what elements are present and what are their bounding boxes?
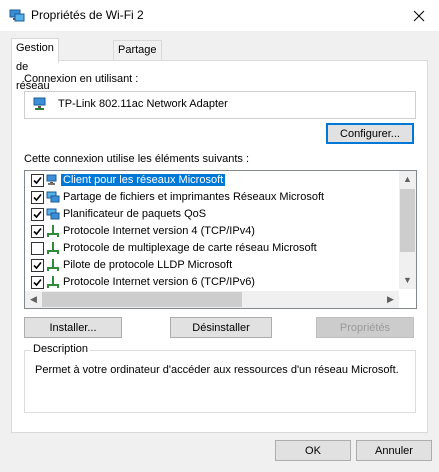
properties-button: Propriétés <box>316 317 414 338</box>
cancel-button[interactable]: Annuler <box>356 440 432 461</box>
items-label: Cette connexion utilise les éléments sui… <box>24 153 250 165</box>
title-bar: Propriétés de Wi-Fi 2 <box>0 0 439 31</box>
checkmark-icon <box>33 278 42 287</box>
item-checkbox[interactable] <box>31 208 44 221</box>
description-legend: Description <box>31 343 91 355</box>
scroll-up-icon[interactable]: ▲ <box>399 171 416 188</box>
protocol-icon <box>46 258 60 272</box>
protocol-icon <box>46 241 60 255</box>
item-label: Protocole Internet version 4 (TCP/IPv4) <box>63 225 255 237</box>
list-item[interactable]: Pilote de protocole LLDP Microsoft <box>25 257 393 274</box>
item-checkbox[interactable] <box>31 259 44 272</box>
item-label: Partage de fichiers et imprimantes Résea… <box>63 191 325 203</box>
item-label: Pilote de protocole LLDP Microsoft <box>63 259 233 271</box>
protocol-icon <box>46 224 60 238</box>
network-service-icon <box>46 190 60 204</box>
item-checkbox[interactable] <box>31 225 44 238</box>
list-item[interactable]: Partage de fichiers et imprimantes Résea… <box>25 189 393 206</box>
item-checkbox[interactable] <box>31 276 44 289</box>
item-checkbox[interactable] <box>31 174 44 187</box>
configure-button[interactable]: Configurer... <box>326 123 414 144</box>
list-item[interactable]: Protocole Internet version 4 (TCP/IPv4) <box>25 223 393 240</box>
window-title: Propriétés de Wi-Fi 2 <box>31 8 144 22</box>
network-adapter-icon <box>33 97 49 111</box>
description-group: Description Permet à votre ordinateur d'… <box>24 343 416 413</box>
components-list[interactable]: Client pour les réseaux Microsoft Partage… <box>24 170 417 309</box>
install-button[interactable]: Installer... <box>24 317 122 338</box>
horizontal-scroll-thumb[interactable] <box>42 292 242 307</box>
vertical-scrollbar[interactable]: ▲ ▼ <box>399 171 416 289</box>
item-label: Client pour les réseaux Microsoft <box>61 174 226 186</box>
item-label: Planificateur de paquets QoS <box>63 208 207 220</box>
item-checkbox[interactable] <box>31 191 44 204</box>
uninstall-button[interactable]: Désinstaller <box>170 317 272 338</box>
networking-panel: Connexion en utilisant : TP-Link 802.11a… <box>11 60 428 433</box>
scroll-down-icon[interactable]: ▼ <box>399 272 416 289</box>
list-item[interactable]: Protocole Internet version 6 (TCP/IPv6) <box>25 274 393 291</box>
scroll-left-icon[interactable]: ◀ <box>25 291 42 308</box>
close-icon <box>413 10 425 21</box>
checkmark-icon <box>33 210 42 219</box>
ok-button[interactable]: OK <box>275 440 351 461</box>
description-text: Permet à votre ordinateur d'accéder aux … <box>35 364 399 376</box>
adapter-name: TP-Link 802.11ac Network Adapter <box>58 98 228 110</box>
tab-sharing[interactable]: Partage <box>113 40 162 61</box>
horizontal-scrollbar[interactable]: ◀ ▶ <box>25 291 399 308</box>
protocol-icon <box>46 275 60 289</box>
checkmark-icon <box>33 193 42 202</box>
list-item[interactable]: Client pour les réseaux Microsoft <box>25 172 393 189</box>
list-item[interactable]: Protocole de multiplexage de carte résea… <box>25 240 393 257</box>
scroll-right-icon[interactable]: ▶ <box>382 291 399 308</box>
tab-networking[interactable]: Gestion de réseau <box>11 38 59 92</box>
network-service-icon <box>46 207 60 221</box>
checkmark-icon <box>33 176 42 185</box>
item-label: Protocole de multiplexage de carte résea… <box>63 242 317 254</box>
vertical-scroll-thumb[interactable] <box>400 189 415 252</box>
network-client-icon <box>46 173 60 187</box>
adapter-box: TP-Link 802.11ac Network Adapter <box>24 91 416 119</box>
checkmark-icon <box>33 227 42 236</box>
network-adapter-icon <box>9 8 25 24</box>
item-checkbox[interactable] <box>31 242 44 255</box>
list-item[interactable]: Planificateur de paquets QoS <box>25 206 393 223</box>
item-label: Protocole Internet version 6 (TCP/IPv6) <box>63 276 255 288</box>
checkmark-icon <box>33 261 42 270</box>
close-button[interactable] <box>399 0 439 31</box>
